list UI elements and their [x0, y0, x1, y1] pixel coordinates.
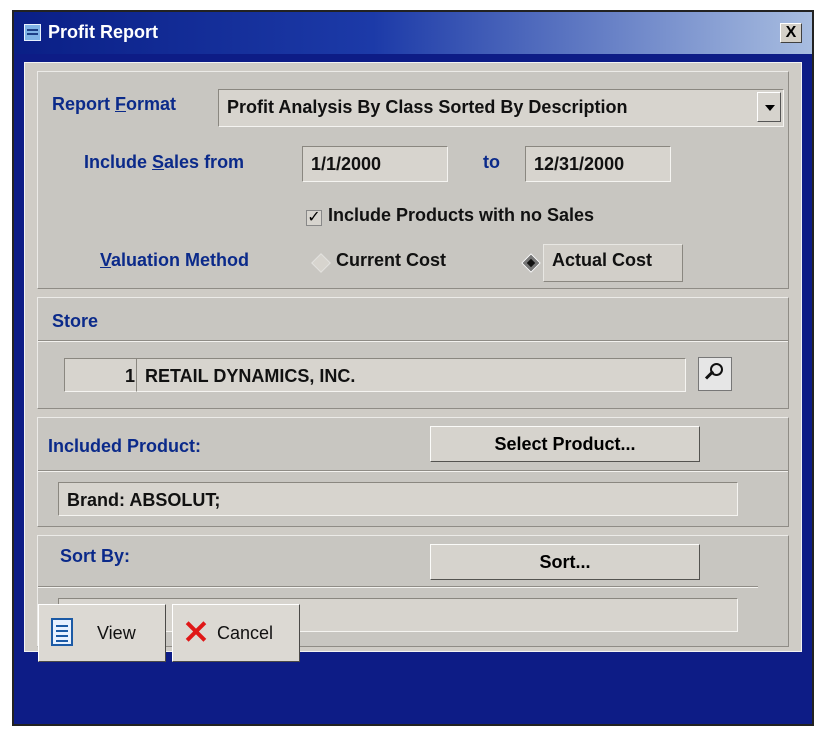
- sort-by-label: Sort By:: [60, 546, 131, 566]
- view-button[interactable]: View: [38, 604, 166, 662]
- cancel-button[interactable]: Cancel: [172, 604, 300, 662]
- actual-cost-radio[interactable]: [521, 253, 541, 273]
- sales-from-input[interactable]: 1/1/2000: [302, 146, 448, 182]
- profit-report-window: Profit Report X Report Format Profit Ana…: [12, 10, 814, 726]
- include-no-sales-label: Include Products with no Sales: [328, 205, 595, 225]
- select-product-button[interactable]: Select Product...: [430, 426, 700, 462]
- current-cost-label: Current Cost: [336, 250, 447, 270]
- cancel-x-icon: [185, 620, 207, 642]
- cancel-label: Cancel: [217, 623, 274, 643]
- product-divider: [38, 470, 788, 472]
- report-format-label: Report Format: [52, 94, 176, 115]
- store-label: Store: [52, 311, 99, 331]
- report-window-icon: [24, 24, 41, 41]
- sort-divider: [38, 586, 758, 588]
- store-search-icon[interactable]: [698, 357, 732, 391]
- store-number-field[interactable]: 1: [64, 358, 144, 392]
- included-product-label: Included Product:: [48, 436, 201, 456]
- include-sales-label: Include Sales from: [84, 152, 245, 172]
- report-format-value: Profit Analysis By Class Sorted By Descr…: [227, 97, 628, 117]
- view-report-icon: [51, 618, 73, 646]
- view-label: View: [97, 623, 136, 643]
- actual-cost-label: Actual Cost: [543, 244, 683, 282]
- current-cost-radio[interactable]: [311, 253, 331, 273]
- included-product-group: Included Product: Select Product... Bran…: [37, 417, 789, 527]
- valuation-method-label: Valuation Method: [100, 250, 250, 270]
- report-format-select[interactable]: Profit Analysis By Class Sorted By Descr…: [218, 89, 784, 127]
- store-name-field: RETAIL DYNAMICS, INC.: [136, 358, 686, 392]
- window-title: Profit Report: [48, 22, 158, 42]
- to-label: to: [483, 152, 500, 172]
- close-button[interactable]: X: [780, 23, 802, 43]
- dialog-body: Report Format Profit Analysis By Class S…: [24, 62, 802, 652]
- sales-to-input[interactable]: 12/31/2000: [525, 146, 671, 182]
- store-divider: [38, 340, 788, 342]
- report-format-label-text: Report Format: [52, 94, 177, 114]
- include-no-sales-checkbox[interactable]: ✓: [306, 210, 322, 226]
- report-options-group: Report Format Profit Analysis By Class S…: [37, 71, 789, 289]
- store-group: Store 1 RETAIL DYNAMICS, INC.: [37, 297, 789, 409]
- included-product-field: Brand: ABSOLUT;: [58, 482, 738, 516]
- chevron-down-icon[interactable]: [757, 92, 781, 122]
- sort-button[interactable]: Sort...: [430, 544, 700, 580]
- title-bar[interactable]: Profit Report X: [14, 12, 812, 54]
